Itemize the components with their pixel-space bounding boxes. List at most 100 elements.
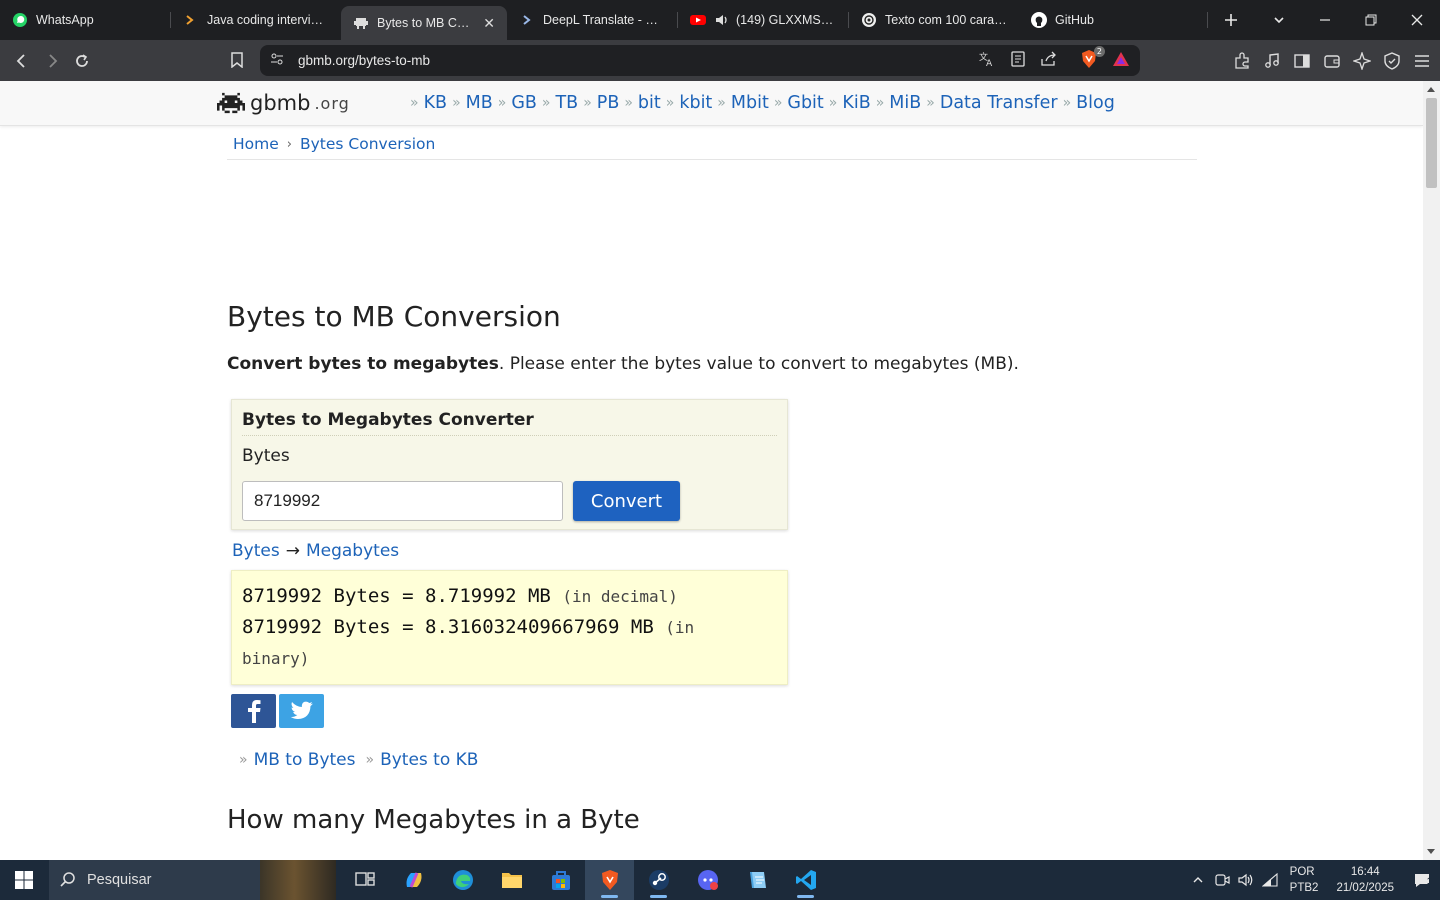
tab-bytes-to-mb[interactable]: Bytes to MB Conve ✕ — [341, 6, 507, 40]
back-button[interactable] — [7, 46, 37, 76]
browser-tab-strip: WhatsApp Java coding interview q Bytes t… — [0, 0, 1440, 40]
tab-texto[interactable]: Texto com 100 caracte — [849, 0, 1019, 40]
search-icon — [60, 872, 75, 887]
start-button[interactable] — [0, 860, 48, 900]
youtube-icon — [690, 12, 706, 28]
taskbar-search[interactable]: Pesquisar — [49, 860, 336, 900]
nav-link-blog[interactable]: Blog — [1076, 93, 1115, 113]
input-language-indicator[interactable]: POR PTB2 — [1290, 864, 1319, 896]
forward-button[interactable] — [37, 46, 67, 76]
leo-ai-icon[interactable] — [1352, 51, 1372, 71]
address-bar[interactable]: gbmb.org/bytes-to-mb 文A 2 — [260, 45, 1140, 76]
task-view-icon[interactable] — [340, 860, 389, 900]
section-heading: How many Megabytes in a Byte — [227, 805, 640, 835]
taskbar-clock[interactable]: 16:44 21/02/2025 — [1336, 864, 1394, 896]
twitter-share-button[interactable] — [279, 694, 324, 728]
extensions-icon[interactable] — [1232, 51, 1252, 71]
scrollbar-thumb[interactable] — [1426, 98, 1437, 188]
share-icon[interactable] — [1040, 51, 1058, 71]
nav-link-kbit[interactable]: kbit — [679, 93, 712, 113]
deepl-icon — [519, 12, 535, 28]
tab-java-interview[interactable]: Java coding interview q — [171, 0, 341, 40]
minimize-button[interactable] — [1302, 0, 1348, 40]
vpn-icon[interactable] — [1382, 51, 1402, 71]
vscode-icon[interactable] — [781, 860, 830, 900]
site-settings-icon[interactable] — [270, 51, 284, 70]
breadcrumb: Home › Bytes Conversion — [233, 135, 435, 153]
notepad-icon[interactable] — [732, 860, 781, 900]
show-hidden-icons-chevron-icon[interactable] — [1186, 874, 1210, 886]
convert-button[interactable]: Convert — [573, 481, 680, 521]
tab-deepl[interactable]: DeepL Translate - O me — [507, 0, 677, 40]
tab-whatsapp[interactable]: WhatsApp — [0, 0, 170, 40]
nav-link-mib[interactable]: MiB — [889, 93, 921, 113]
edge-icon[interactable] — [438, 860, 487, 900]
search-highlight-image — [260, 860, 336, 900]
new-tab-button[interactable] — [1208, 0, 1254, 40]
speaker-icon[interactable] — [714, 12, 730, 28]
volume-icon[interactable] — [1234, 873, 1258, 887]
nav-link-data-transfer[interactable]: Data Transfer — [940, 93, 1058, 113]
close-tab-icon[interactable]: ✕ — [483, 15, 495, 32]
bookmark-icon[interactable] — [222, 45, 252, 75]
sidebar-icon[interactable] — [1292, 51, 1312, 71]
bytes-input[interactable] — [242, 481, 563, 521]
direction-from-link[interactable]: Bytes — [232, 541, 280, 561]
related-mb-to-bytes[interactable]: MB to Bytes — [254, 750, 356, 770]
microsoft-store-icon[interactable] — [536, 860, 585, 900]
close-window-button[interactable] — [1394, 0, 1440, 40]
discord-icon[interactable] — [683, 860, 732, 900]
notifications-icon[interactable]: 1 — [1404, 872, 1440, 888]
reader-mode-icon[interactable] — [1010, 50, 1026, 71]
nav-link-mbit[interactable]: Mbit — [731, 93, 769, 113]
steam-icon[interactable] — [634, 860, 683, 900]
nav-link-pb[interactable]: PB — [597, 93, 620, 113]
menu-icon[interactable] — [1412, 51, 1432, 71]
tab-search-chevron-icon[interactable] — [1256, 0, 1302, 40]
nav-link-gb[interactable]: GB — [511, 93, 537, 113]
page-viewport: gbmb .org » KB» MB» GB» TB» PB» bit» kbit» Mbit»… — [0, 81, 1423, 860]
nav-separator: » — [665, 95, 675, 111]
site-header: gbmb .org » KB» MB» GB» TB» PB» bit» kbit» Mbit»… — [0, 81, 1423, 126]
direction-arrow: → — [285, 541, 300, 561]
related-bytes-to-kb[interactable]: Bytes to KB — [380, 750, 478, 770]
breadcrumb-home[interactable]: Home — [233, 135, 279, 153]
direction-to-link[interactable]: Megabytes — [306, 541, 399, 561]
brave-rewards-icon[interactable] — [1112, 51, 1130, 71]
intro-text: Convert bytes to megabytes. Please enter… — [227, 354, 1019, 374]
tab-github[interactable]: GitHub — [1019, 0, 1179, 40]
brave-shields-icon[interactable]: 2 — [1080, 45, 1105, 73]
facebook-share-button[interactable] — [231, 694, 276, 728]
result-decimal: 8719992 Bytes = 8.719992 MB (in decimal) — [242, 585, 678, 607]
nav-link-kb[interactable]: KB — [424, 93, 447, 113]
translate-icon[interactable]: 文A — [978, 50, 996, 72]
scroll-up-icon[interactable] — [1427, 87, 1435, 92]
nav-link-gbit[interactable]: Gbit — [787, 93, 823, 113]
restore-button[interactable] — [1348, 0, 1394, 40]
file-explorer-icon[interactable] — [487, 860, 536, 900]
nav-separator: » — [624, 95, 633, 111]
nav-link-tb[interactable]: TB — [555, 93, 578, 113]
breadcrumb-bytes-conversion[interactable]: Bytes Conversion — [300, 135, 435, 153]
scroll-down-icon[interactable] — [1427, 849, 1435, 854]
media-controls-icon[interactable] — [1262, 51, 1282, 71]
tab-youtube[interactable]: (149) GLXXMSTRID — [678, 0, 848, 40]
top-navigation: » KB» MB» GB» TB» PB» bit» kbit» Mbit» Gbit» KiB» M… — [405, 93, 1115, 113]
system-tray: POR PTB2 16:44 21/02/2025 1 — [1186, 860, 1440, 900]
brave-taskbar-icon[interactable] — [585, 860, 634, 900]
wallet-icon[interactable] — [1322, 51, 1342, 71]
nav-link-bit[interactable]: bit — [638, 93, 661, 113]
gbmb-icon — [353, 15, 369, 31]
url-text[interactable]: gbmb.org/bytes-to-mb — [298, 53, 430, 68]
nav-link-mb[interactable]: MB — [466, 93, 493, 113]
bytes-label: Bytes — [242, 446, 290, 466]
nav-link-kib[interactable]: KiB — [842, 93, 870, 113]
nav-separator: » — [875, 95, 885, 111]
meet-now-icon[interactable] — [1210, 873, 1234, 887]
copilot-icon[interactable] — [389, 860, 438, 900]
related-links: » MB to Bytes » Bytes to KB — [239, 750, 479, 770]
page-scrollbar[interactable] — [1423, 81, 1440, 860]
network-icon[interactable] — [1258, 873, 1282, 887]
site-logo[interactable]: gbmb .org — [217, 87, 350, 119]
reload-button[interactable] — [67, 46, 97, 76]
